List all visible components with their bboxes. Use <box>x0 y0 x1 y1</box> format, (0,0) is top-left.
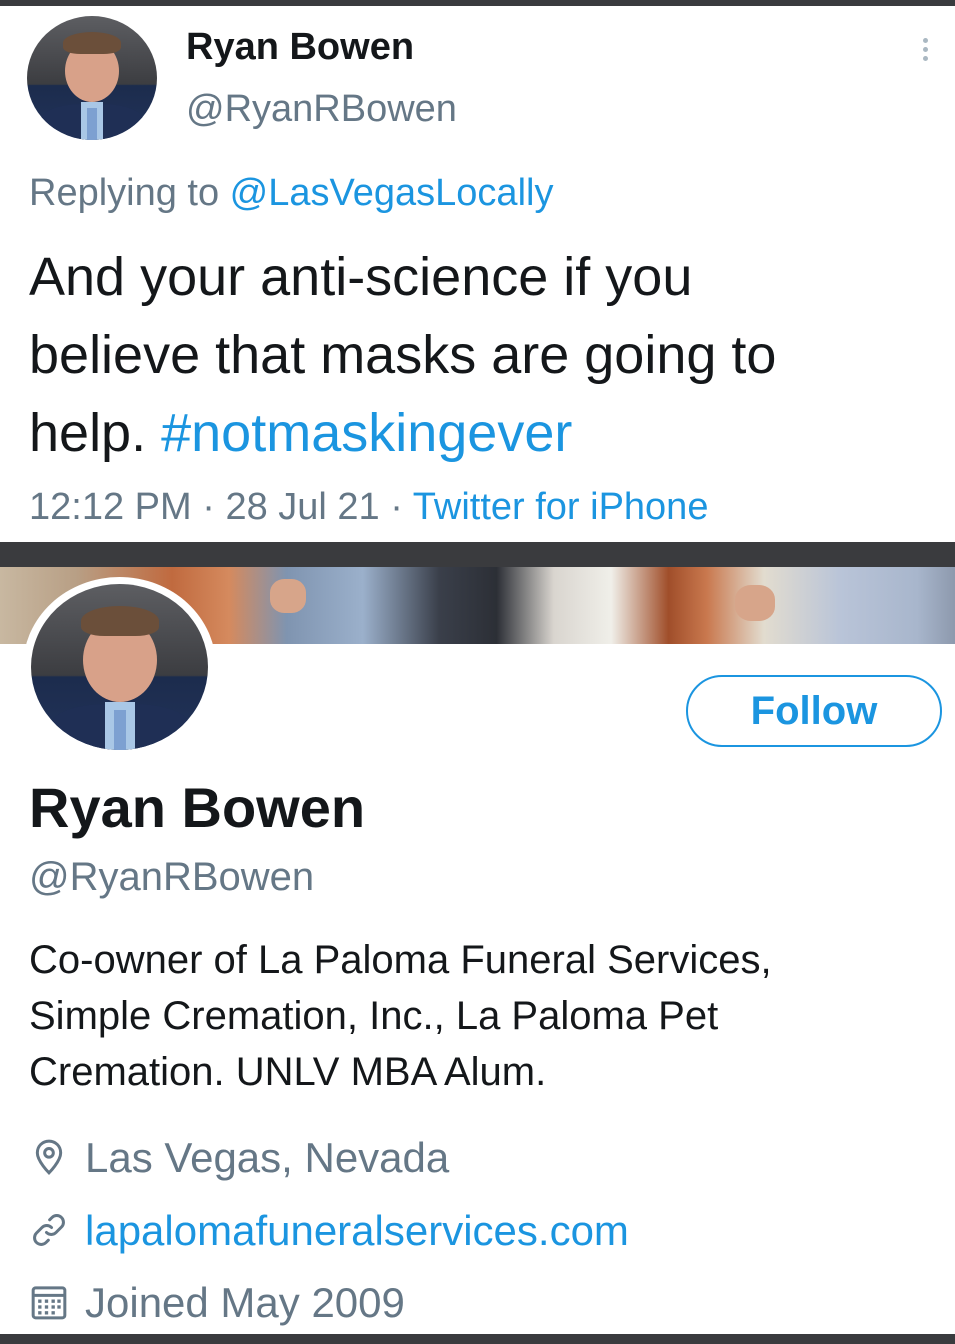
calendar-icon <box>31 1286 67 1320</box>
replying-to-label: Replying to <box>29 172 230 214</box>
joined-text: Joined May 2009 <box>85 1279 405 1326</box>
tweet-time[interactable]: 12:12 PM <box>29 486 192 528</box>
hashtag-link[interactable]: #notmaskingever <box>161 403 572 463</box>
tweet-text-line: help. <box>29 403 162 463</box>
meta-separator: · <box>379 486 413 528</box>
bio-line: Cremation. UNLV MBA Alum. <box>29 1050 547 1094</box>
website-link[interactable]: lapalomafuneralservices.com <box>85 1207 629 1254</box>
more-vertical-icon[interactable] <box>918 34 932 74</box>
tweet-author-handle[interactable]: @RyanRBowen <box>186 88 457 131</box>
profile-bio: Co-owner of La Paloma Funeral Services, … <box>29 932 929 1100</box>
reply-mention-link[interactable]: @LasVegasLocally <box>230 172 554 214</box>
profile-joined: Joined May 2009 <box>29 1279 405 1327</box>
bio-line: Co-owner of La Paloma Funeral Services, <box>29 938 772 982</box>
tweet-source-link[interactable]: Twitter for iPhone <box>413 486 709 528</box>
location-pin-icon <box>35 1139 63 1175</box>
profile-display-name: Ryan Bowen <box>29 776 366 839</box>
replying-to-line: Replying to @LasVegasLocally <box>29 172 553 215</box>
tweet-card: Ryan Bowen @RyanRBowen Replying to @LasV… <box>0 6 955 542</box>
location-text: Las Vegas, Nevada <box>85 1134 450 1181</box>
profile-avatar[interactable] <box>31 584 208 750</box>
tweet-text: And your anti-science if you believe tha… <box>29 238 929 472</box>
tweet-metadata: 12:12 PM · 28 Jul 21 · Twitter for iPhon… <box>29 486 708 529</box>
follow-button[interactable]: Follow <box>686 675 942 747</box>
bio-line: Simple Cremation, Inc., La Paloma Pet <box>29 994 719 1038</box>
bottom-frame-bar <box>0 1334 955 1344</box>
tweet-date[interactable]: 28 Jul 21 <box>225 486 379 528</box>
tweet-author-avatar[interactable] <box>27 16 157 140</box>
profile-location: Las Vegas, Nevada <box>29 1134 449 1182</box>
tweet-text-line: believe that masks are going to <box>29 325 777 385</box>
link-icon <box>33 1214 65 1246</box>
section-divider <box>0 542 955 567</box>
profile-website[interactable]: lapalomafuneralservices.com <box>29 1207 629 1255</box>
profile-handle: @RyanRBowen <box>29 855 315 899</box>
meta-separator: · <box>191 486 226 528</box>
tweet-text-line: And your anti-science if you <box>29 247 693 307</box>
tweet-author-name[interactable]: Ryan Bowen <box>186 26 414 69</box>
